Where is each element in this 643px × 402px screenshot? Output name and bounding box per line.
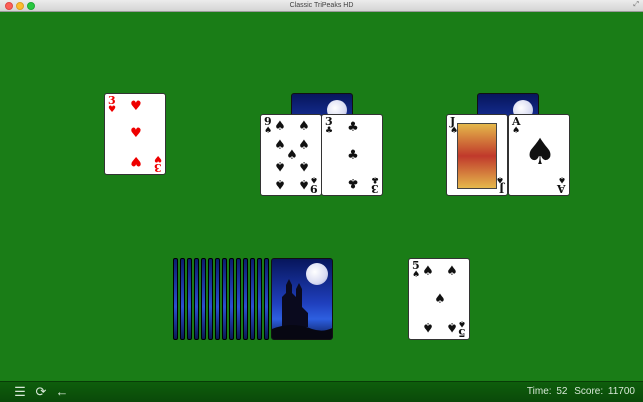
card-rank: 3 xyxy=(154,161,162,174)
stock-card-edge xyxy=(187,258,192,340)
heart-icon: ♥ xyxy=(108,105,117,115)
spade-icon: ♠ xyxy=(434,292,446,307)
card-jack-of-spades[interactable]: J ♠ ♠ J xyxy=(446,114,508,196)
score-value: 11700 xyxy=(607,386,635,397)
stock-card-edge xyxy=(194,258,199,340)
heart-icon: ♥ xyxy=(130,99,142,114)
card-ace-of-spades[interactable]: A ♠ ♠ ♠ A xyxy=(508,114,570,196)
spade-icon: ♠ xyxy=(450,126,459,136)
stock-card-edge xyxy=(264,258,269,340)
spade-icon: ♠ xyxy=(446,319,458,334)
heart-icon: ♥ xyxy=(130,153,142,168)
spade-icon: ♠ xyxy=(298,138,310,153)
stock-card-edge xyxy=(250,258,255,340)
stock-top-card[interactable] xyxy=(271,258,333,340)
time-value: 52 xyxy=(556,386,568,397)
stock-card-edge xyxy=(208,258,213,340)
stock-card-edge xyxy=(243,258,248,340)
heart-icon: ♥ xyxy=(130,126,142,141)
stock-card-edge xyxy=(257,258,262,340)
castle-icon xyxy=(272,279,332,339)
club-icon: ♣ xyxy=(325,126,334,136)
card-nine-of-spades[interactable]: 9 ♠ ♠ ♠ ♠ ♠ ♠ ♠ ♠ ♠ ♠ ♠ 9 xyxy=(260,114,322,196)
club-icon: ♣ xyxy=(347,120,359,135)
stock-card-edge xyxy=(215,258,220,340)
stock-card-edge xyxy=(180,258,185,340)
title-bar: Classic TriPeaks HD ⤢ xyxy=(0,0,643,12)
time-label: Time: xyxy=(526,386,552,397)
card-rank: J xyxy=(498,182,504,195)
game-table: 3 ♥ ♥ ♥ ♥ ♥ 3 9 ♠ ♠ ♠ ♠ ♠ ♠ ♠ ♠ ♠ ♠ ♠ 9 xyxy=(0,12,643,381)
spade-icon: ♠ xyxy=(298,119,310,134)
stock-card-edge xyxy=(236,258,241,340)
undo-icon[interactable]: ← xyxy=(55,385,69,399)
stock-card-edge xyxy=(229,258,234,340)
fullscreen-icon[interactable]: ⤢ xyxy=(633,1,639,9)
stock-card-edge xyxy=(201,258,206,340)
jack-portrait xyxy=(457,123,497,189)
bottom-toolbar: ☰ ⟳ ← Time: 52 Score: 11700 xyxy=(0,381,643,402)
spade-icon: ♠ xyxy=(422,319,434,334)
score-label: Score: xyxy=(574,386,604,397)
card-three-of-hearts[interactable]: 3 ♥ ♥ ♥ ♥ ♥ 3 xyxy=(104,93,166,175)
spade-icon: ♠ xyxy=(274,119,286,134)
club-icon: ♣ xyxy=(347,175,359,190)
status-readout: Time: 52 Score: 11700 xyxy=(523,386,635,397)
restart-icon[interactable]: ⟳ xyxy=(34,385,48,399)
card-rank: A xyxy=(557,182,566,195)
spade-icon: ♠ xyxy=(523,132,557,173)
card-three-of-clubs[interactable]: 3 ♣ ♣ ♣ ♣ ♣ 3 xyxy=(321,114,383,196)
spade-icon: ♠ xyxy=(264,126,273,136)
spade-icon: ♠ xyxy=(412,270,421,280)
spade-icon: ♠ xyxy=(298,158,310,173)
menu-icon[interactable]: ☰ xyxy=(13,385,27,399)
card-five-of-spades[interactable]: 5 ♠ ♠ ♠ ♠ ♠ ♠ ♠ 5 xyxy=(408,258,470,340)
stock-card-edge xyxy=(222,258,227,340)
spade-icon: ♠ xyxy=(512,126,521,136)
game-window: Classic TriPeaks HD ⤢ 3 ♥ ♥ ♥ ♥ ♥ 3 9 ♠ … xyxy=(0,0,643,402)
spade-icon: ♠ xyxy=(274,158,286,173)
spade-icon: ♠ xyxy=(446,264,458,279)
card-rank: 5 xyxy=(458,326,466,339)
club-icon: ♣ xyxy=(347,148,359,163)
spade-icon: ♠ xyxy=(274,176,286,191)
stock-card-edge xyxy=(173,258,178,340)
window-title: Classic TriPeaks HD xyxy=(289,2,354,9)
spade-icon: ♠ xyxy=(422,264,434,279)
card-rank: 3 xyxy=(371,182,379,195)
card-rank: 9 xyxy=(310,182,318,195)
spade-icon: ♠ xyxy=(298,176,310,191)
